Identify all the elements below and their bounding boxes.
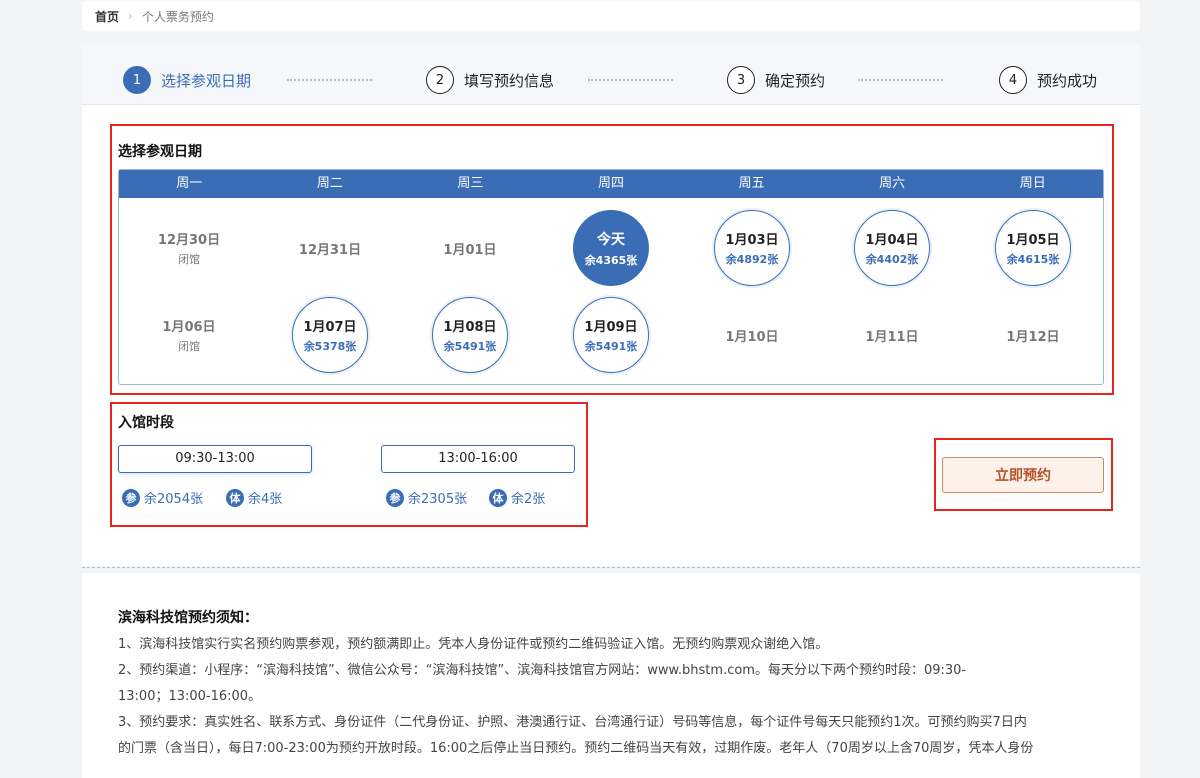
step-1-label: 选择参观日期	[161, 71, 252, 90]
date-label: 今天	[597, 231, 625, 248]
timeslot-title: 入馆时段	[118, 415, 174, 431]
date-cell-unavailable: 1月10日	[714, 297, 790, 373]
step-3: 3 确定预约	[727, 66, 825, 94]
date-calendar: 周一 周二 周三 周四 周五 周六 周日 12月30日 闭馆 12月31日 1月…	[118, 169, 1104, 385]
date-label: 1月12日	[1006, 329, 1060, 345]
date-label: 1月07日	[303, 320, 357, 335]
date-label: 1月11日	[865, 329, 919, 345]
step-4-number: 4	[999, 66, 1027, 94]
date-status: 闭馆	[178, 253, 200, 266]
breadcrumb-current: 个人票务预约	[141, 9, 214, 24]
date-label: 1月08日	[443, 320, 497, 335]
date-label: 1月10日	[725, 329, 779, 345]
tickets-left: 余5491张	[443, 340, 497, 353]
weekday-mon: 周一	[176, 176, 203, 191]
step-connector	[588, 79, 673, 81]
notice-paragraph: 1、滨海科技馆实行实名预约购票参观，预约额满即止。凭本人身份证件或预约二维码验证…	[118, 637, 829, 652]
step-connector	[858, 79, 943, 81]
experience-ticket-icon: 体	[226, 488, 244, 507]
step-indicator: 1 选择参观日期 2 填写预约信息 3 确定预约 4 预约成功	[82, 44, 1140, 105]
date-cell-unavailable: 1月12日	[995, 297, 1071, 373]
step-2-number: 2	[426, 66, 454, 94]
calendar-header: 周一 周二 周三 周四 周五 周六 周日	[119, 170, 1103, 198]
date-cell-past: 12月31日	[292, 210, 368, 286]
date-cell-available[interactable]: 1月08日 余5491张	[432, 297, 508, 373]
date-label: 1月04日	[865, 233, 919, 248]
step-2-label: 填写预约信息	[464, 71, 555, 90]
visit-ticket-icon: 参	[122, 488, 140, 507]
calendar-title: 选择参观日期	[118, 144, 202, 160]
date-cell-closed: 12月30日 闭馆	[151, 210, 227, 286]
notice-title: 滨海科技馆预约须知：	[118, 610, 258, 626]
tickets-left: 余4402张	[865, 253, 919, 266]
breadcrumb: 首页 › 个人票务预约	[82, 1, 1140, 31]
timeslot-afternoon-button[interactable]: 13:00-16:00	[381, 445, 575, 473]
date-label: 1月06日	[162, 320, 216, 335]
weekday-wed: 周三	[457, 176, 484, 191]
weekday-tue: 周二	[316, 176, 343, 191]
date-status: 闭馆	[178, 340, 200, 353]
tickets-left: 余4892张	[725, 253, 779, 266]
notice-paragraph: 的门票（含当日），每日7:00-23:00为预约开放时段。16:00之后停止当日…	[118, 741, 1034, 756]
visit-tickets-left: 余2054张	[144, 492, 204, 507]
visit-quota-morning: 参 余2054张	[122, 488, 203, 507]
visit-ticket-icon: 参	[386, 488, 404, 507]
date-cell-available[interactable]: 1月03日 余4892张	[714, 210, 790, 286]
booking-notice: 滨海科技馆预约须知： 1、滨海科技馆实行实名预约购票参观，预约额满即止。凭本人身…	[82, 573, 1140, 778]
date-label: 1月01日	[443, 242, 497, 258]
step-1-number: 1	[123, 66, 151, 94]
chevron-right-icon: ›	[128, 9, 133, 23]
experience-ticket-icon: 体	[489, 488, 507, 507]
notice-paragraph: 13:00；13:00-16:00。	[118, 689, 262, 704]
date-cell-today-selected[interactable]: 今天 余4365张	[573, 210, 649, 286]
date-label: 12月30日	[157, 233, 221, 248]
notice-paragraph: 2、预约渠道：小程序：“滨海科技馆”、微信公众号：“滨海科技馆”、滨海科技馆官方…	[118, 663, 967, 678]
timeslot-morning-button[interactable]: 09:30-13:00	[118, 445, 312, 473]
weekday-sun: 周日	[1019, 176, 1046, 191]
date-cell-past: 1月01日	[432, 210, 508, 286]
book-now-button[interactable]: 立即预约	[942, 457, 1104, 493]
step-4-label: 预约成功	[1037, 71, 1098, 90]
step-connector	[287, 79, 372, 81]
date-label: 12月31日	[298, 242, 362, 258]
experience-tickets-left: 余2张	[511, 492, 546, 507]
visit-tickets-left: 余2305张	[408, 492, 468, 507]
notice-paragraph: 3、预约要求：真实姓名、联系方式、身份证件（二代身份证、护照、港澳通行证、台湾通…	[118, 715, 1027, 730]
date-label: 1月05日	[1006, 233, 1060, 248]
date-cell-closed: 1月06日 闭馆	[151, 297, 227, 373]
date-cell-available[interactable]: 1月04日 余4402张	[854, 210, 930, 286]
weekday-thu: 周四	[598, 176, 625, 191]
step-1: 1 选择参观日期	[123, 66, 251, 94]
tickets-left: 余5491张	[584, 340, 638, 353]
date-cell-available[interactable]: 1月05日 余4615张	[995, 210, 1071, 286]
tickets-left: 余5378张	[303, 340, 357, 353]
step-4: 4 预约成功	[999, 66, 1097, 94]
tickets-left: 余4365张	[584, 253, 638, 267]
section-divider	[82, 567, 1140, 568]
weekday-sat: 周六	[879, 176, 906, 191]
visit-quota-afternoon: 参 余2305张	[386, 488, 467, 507]
date-label: 1月09日	[584, 320, 638, 335]
exp-quota-afternoon: 体 余2张	[489, 488, 545, 507]
date-cell-unavailable: 1月11日	[854, 297, 930, 373]
experience-tickets-left: 余4张	[248, 492, 283, 507]
date-cell-available[interactable]: 1月09日 余5491张	[573, 297, 649, 373]
date-label: 1月03日	[725, 233, 779, 248]
breadcrumb-home[interactable]: 首页	[95, 8, 119, 25]
exp-quota-morning: 体 余4张	[226, 488, 282, 507]
step-3-label: 确定预约	[765, 71, 826, 90]
step-2: 2 填写预约信息	[426, 66, 554, 94]
date-cell-available[interactable]: 1月07日 余5378张	[292, 297, 368, 373]
weekday-fri: 周五	[738, 176, 765, 191]
step-3-number: 3	[727, 66, 755, 94]
tickets-left: 余4615张	[1006, 253, 1060, 266]
